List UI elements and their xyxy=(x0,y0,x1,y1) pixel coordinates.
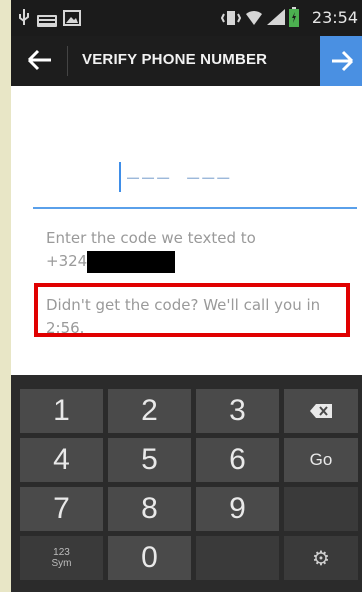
status-bar: 23:54 xyxy=(11,0,362,36)
blank-key[interactable] xyxy=(284,487,358,531)
forward-arrow-icon xyxy=(332,50,354,72)
action-bar: VERIFY PHONE NUMBER xyxy=(11,36,362,86)
key-label: 9 xyxy=(229,492,246,525)
sms-prompt-line: Enter the code we texted to xyxy=(46,229,256,247)
phone-number-line: +324 xyxy=(46,250,346,273)
key-2[interactable]: 2 xyxy=(108,389,191,433)
vibrate-icon xyxy=(220,10,242,30)
key-label: 7 xyxy=(53,492,70,525)
wifi-icon xyxy=(245,8,263,30)
backspace-key[interactable] xyxy=(284,389,358,433)
key-label: 6 xyxy=(229,443,246,476)
key-1[interactable]: 1 xyxy=(20,389,103,433)
key-5[interactable]: 5 xyxy=(108,438,191,482)
sym-line-2: Sym xyxy=(51,558,72,569)
key-label: 0 xyxy=(141,541,158,574)
sms-prompt: Enter the code we texted to +324 xyxy=(46,227,346,273)
battery-icon xyxy=(289,7,299,31)
usb-icon xyxy=(17,9,31,31)
settings-key[interactable]: ⚙ xyxy=(284,536,358,580)
page-title: VERIFY PHONE NUMBER xyxy=(82,51,268,68)
back-arrow-icon[interactable] xyxy=(25,45,55,75)
verification-code-input[interactable]: ––– ––– xyxy=(33,150,357,210)
phone-prefix: +324 xyxy=(46,252,88,270)
symbols-key[interactable]: 123 Sym xyxy=(20,536,103,580)
key-3[interactable]: 3 xyxy=(196,389,279,433)
key-6[interactable]: 6 xyxy=(196,438,279,482)
space-key[interactable] xyxy=(196,536,279,580)
sym-line-1: 123 xyxy=(53,547,70,558)
key-label: 3 xyxy=(229,394,246,427)
image-icon xyxy=(63,10,81,30)
backspace-icon xyxy=(310,404,332,418)
code-field-underline xyxy=(33,207,357,209)
go-key[interactable]: Go xyxy=(284,438,358,482)
next-button[interactable] xyxy=(320,36,362,86)
clock-time: 23:54 xyxy=(311,8,358,27)
key-label: 1 xyxy=(53,394,70,427)
key-label: 8 xyxy=(141,492,158,525)
code-placeholder: ––– ––– xyxy=(127,165,233,189)
key-7[interactable]: 7 xyxy=(20,487,103,531)
key-9[interactable]: 9 xyxy=(196,487,279,531)
symbols-key-label: 123 Sym xyxy=(52,547,72,569)
key-4[interactable]: 4 xyxy=(20,438,103,482)
key-label: 4 xyxy=(53,443,70,476)
key-8[interactable]: 8 xyxy=(108,487,191,531)
gear-icon: ⚙ xyxy=(312,547,330,570)
signal-icon xyxy=(267,9,285,29)
call-notice: Didn't get the code? We'll call you in 2… xyxy=(34,283,350,337)
action-bar-divider xyxy=(67,46,68,76)
key-label: 2 xyxy=(141,394,158,427)
numeric-keyboard: 1 2 3 4 5 6 Go 7 8 9 123 Sym 0 ⚙ xyxy=(11,375,362,592)
key-0[interactable]: 0 xyxy=(108,536,191,580)
key-label: 5 xyxy=(141,443,158,476)
keyboard-icon xyxy=(37,12,57,31)
text-cursor xyxy=(119,162,121,192)
go-key-label: Go xyxy=(309,450,333,469)
phone-screen: 23:54 VERIFY PHONE NUMBER ––– ––– Enter … xyxy=(11,0,362,592)
redacted-phone-number xyxy=(87,250,176,273)
